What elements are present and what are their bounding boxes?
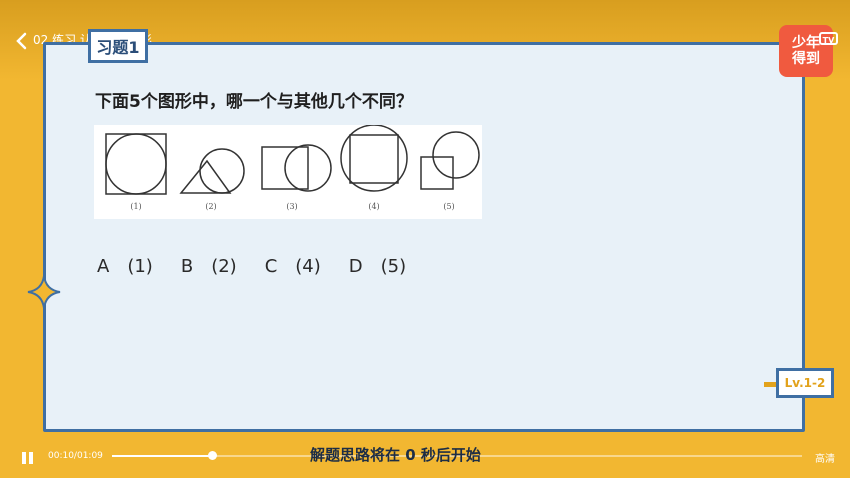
pause-icon[interactable] (21, 452, 35, 464)
back-arrow-icon[interactable] (12, 31, 32, 51)
figure-label-3: (3) (286, 202, 297, 211)
option-c-letter: C (264, 256, 278, 277)
progress-knob[interactable] (208, 451, 218, 460)
caption-text: 解题思路将在 0 秒后开始 (310, 446, 481, 464)
option-b-letter: B (180, 256, 194, 277)
figure-2-triangle (179, 159, 232, 194)
answer-options: A (1) B (2) C (4) D (5) (97, 256, 406, 277)
option-d-letter: D (348, 256, 363, 277)
exercise-tag: 习题1 (88, 29, 148, 63)
quality-button[interactable]: 高清 (815, 450, 835, 465)
playback-time: 00:10/01:09 (48, 451, 103, 461)
option-d[interactable]: D (5) (349, 256, 406, 277)
progress-fill (112, 455, 213, 457)
option-a[interactable]: A (1) (97, 256, 153, 277)
tv-icon: TV (819, 32, 838, 45)
figure-1-circle (105, 133, 167, 195)
figure-label-4: (4) (368, 202, 379, 211)
option-a-letter: A (97, 256, 110, 277)
sparkle-icon (27, 275, 61, 309)
option-b[interactable]: B (2) (181, 256, 237, 277)
figure-label-2: (2) (205, 202, 216, 211)
option-a-value: (1) (127, 256, 153, 277)
figure-5-circle (432, 131, 480, 179)
option-c[interactable]: C (4) (265, 256, 321, 277)
option-c-value: (4) (295, 256, 321, 277)
question-text: 下面5个图形中，哪一个与其他几个不同？ (95, 92, 413, 112)
level-badge: Lv.1-2 (776, 368, 834, 398)
logo-line-1: 少年 (792, 35, 820, 51)
logo-line-2: 得到 (792, 51, 820, 67)
figure-4-square (349, 134, 399, 184)
option-d-value: (5) (380, 256, 407, 277)
option-b-value: (2) (211, 256, 237, 277)
figure-2-circle (199, 148, 245, 194)
figure-label-1: (1) (130, 202, 141, 211)
shapes-figure: (1) (2) (3) (4) (5) (94, 125, 482, 219)
figure-label-5: (5) (443, 202, 454, 211)
figure-5-square (420, 156, 454, 190)
